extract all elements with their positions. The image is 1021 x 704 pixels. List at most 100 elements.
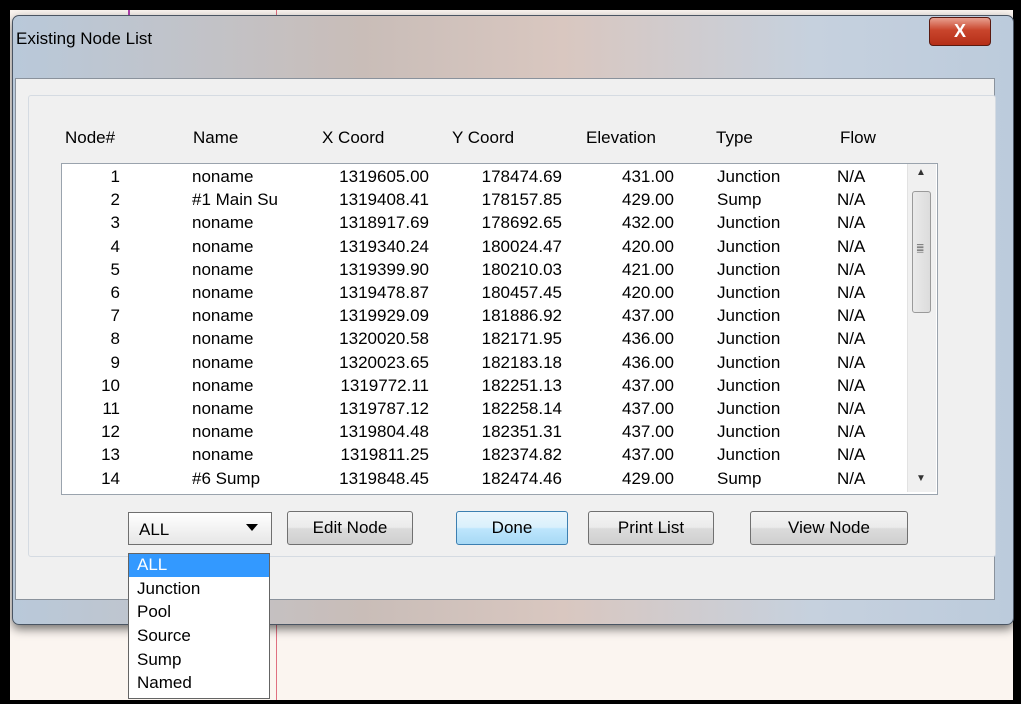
cell-node-name: noname (192, 445, 254, 465)
scroll-down-arrow-icon[interactable]: ▼ (916, 473, 926, 484)
table-row[interactable]: 7 noname 1319929.09 181886.92 437.00 Junction… (62, 306, 902, 329)
cell-type: Sump (717, 190, 762, 210)
vertical-scrollbar[interactable]: ▲ ═ ═ ═ ▼ (907, 164, 936, 492)
cell-x-coord: 1319848.45 (339, 468, 429, 488)
edit-node-button[interactable]: Edit Node (287, 511, 413, 545)
cell-flow: N/A (837, 375, 866, 395)
column-header-node: Node# (65, 128, 116, 147)
cell-flow: N/A (837, 167, 866, 186)
cell-elevation: 436.00 (622, 329, 674, 349)
cell-elevation: 420.00 (622, 236, 674, 256)
cell-x-coord: 1319929.09 (339, 306, 429, 326)
filter-option-source[interactable]: Source (129, 625, 269, 648)
cell-type: Junction (717, 306, 781, 326)
cell-elevation: 437.00 (622, 422, 674, 442)
cell-node-name: noname (192, 167, 254, 186)
cell-y-coord: 180210.03 (481, 259, 562, 279)
column-header-elevation: Elevation (586, 128, 656, 147)
cell-flow: N/A (837, 445, 866, 465)
table-row[interactable]: 9 noname 1320023.65 182183.18 436.00 Junction… (62, 353, 902, 376)
cell-type: Junction (717, 445, 781, 465)
column-header-type: Type (716, 128, 753, 147)
table-row[interactable]: 5 noname 1319399.90 180210.03 421.00 Junction… (62, 260, 902, 283)
cell-x-coord: 1319605.00 (339, 167, 429, 186)
cell-elevation: 436.00 (622, 352, 674, 372)
cell-node-number: 14 (101, 468, 120, 488)
cell-node-number: 7 (110, 306, 120, 326)
cell-flow: N/A (837, 468, 866, 488)
cell-elevation: 429.00 (622, 190, 674, 210)
cell-node-number: 4 (110, 236, 120, 256)
cell-x-coord: 1319804.48 (339, 422, 429, 442)
column-header-y-coord: Y Coord (452, 128, 515, 147)
cell-node-number: 5 (110, 259, 120, 279)
cell-node-name: noname (192, 329, 254, 349)
cell-y-coord: 182474.46 (481, 468, 562, 488)
cell-node-number: 13 (101, 445, 120, 465)
cell-flow: N/A (837, 306, 866, 326)
cell-y-coord: 182183.18 (481, 352, 562, 372)
cell-x-coord: 1319811.25 (340, 445, 429, 465)
filter-option-junction[interactable]: Junction (129, 578, 269, 601)
table-row[interactable]: 1 noname 1319605.00 178474.69 431.00 Junction… (62, 167, 902, 190)
cell-node-name: noname (192, 306, 254, 326)
cell-flow: N/A (837, 422, 866, 442)
column-header-name: Name (193, 128, 239, 147)
cell-y-coord: 180024.47 (481, 236, 562, 256)
cell-y-coord: 178474.69 (481, 167, 562, 186)
cell-node-number: 1 (110, 167, 120, 186)
table-row[interactable]: 14 #6 Sump 1319848.45 182474.46 429.00 Sump N/… (62, 469, 902, 492)
cell-type: Junction (717, 236, 781, 256)
close-button[interactable]: X (929, 17, 991, 46)
cell-elevation: 437.00 (622, 399, 674, 418)
cell-y-coord: 182171.95 (481, 329, 562, 349)
cell-node-number: 3 (110, 213, 120, 233)
filter-option-sump[interactable]: Sump (129, 649, 269, 672)
cell-flow: N/A (837, 213, 866, 233)
cell-node-name: noname (192, 213, 254, 233)
scrollbar-thumb[interactable]: ═ ═ ═ (912, 191, 931, 313)
filter-option-pool[interactable]: Pool (129, 601, 269, 624)
cell-x-coord: 1319408.41 (339, 190, 429, 210)
cell-node-number: 9 (110, 352, 120, 372)
print-list-button[interactable]: Print List (588, 511, 714, 545)
table-row[interactable]: 2 #1 Main Su 1319408.41 178157.85 429.00 Sump… (62, 190, 902, 213)
table-row[interactable]: 10 noname 1319772.11 182251.13 437.00 Junctio… (62, 376, 902, 399)
cell-type: Junction (717, 259, 781, 279)
cell-type: Sump (717, 468, 762, 488)
cell-flow: N/A (837, 329, 866, 349)
cell-node-number: 2 (110, 190, 120, 210)
cell-type: Junction (717, 329, 781, 349)
cell-node-name: noname (192, 259, 254, 279)
cell-elevation: 432.00 (622, 213, 674, 233)
view-node-button[interactable]: View Node (750, 511, 908, 545)
table-row[interactable]: 8 noname 1320020.58 182171.95 436.00 Junction… (62, 329, 902, 352)
node-list[interactable]: 1 noname 1319605.00 178474.69 431.00 Junction… (61, 163, 938, 495)
cell-type: Junction (717, 422, 781, 442)
cell-type: Junction (717, 399, 781, 418)
filter-option-named[interactable]: Named (129, 672, 269, 695)
cell-x-coord: 1319478.87 (339, 283, 429, 302)
grip-icon: ═ ═ ═ (917, 240, 924, 256)
cell-type: Junction (717, 375, 781, 395)
table-row[interactable]: 3 noname 1318917.69 178692.65 432.00 Junction… (62, 213, 902, 236)
cell-node-name: noname (192, 352, 254, 372)
table-row[interactable]: 6 noname 1319478.87 180457.45 420.00 Junction… (62, 283, 902, 306)
cell-x-coord: 1319399.90 (339, 259, 429, 279)
cell-elevation: 437.00 (622, 375, 674, 395)
table-row[interactable]: 4 noname 1319340.24 180024.47 420.00 Junction… (62, 237, 902, 260)
cell-y-coord: 178157.85 (481, 190, 562, 210)
cell-x-coord: 1319787.12 (339, 399, 429, 418)
table-row[interactable]: 12 noname 1319804.48 182351.31 437.00 Junctio… (62, 422, 902, 445)
done-button[interactable]: Done (456, 511, 568, 545)
scroll-up-arrow-icon[interactable]: ▲ (916, 167, 926, 178)
filter-option-all[interactable]: ALL (129, 554, 269, 577)
cell-elevation: 429.00 (622, 468, 674, 488)
table-row[interactable]: 13 noname 1319811.25 182374.82 437.00 Junctio… (62, 445, 902, 468)
node-type-filter-select[interactable]: ALL (128, 512, 272, 545)
cell-y-coord: 180457.45 (481, 283, 562, 302)
table-row[interactable]: 11 noname 1319787.12 182258.14 437.00 Junctio… (62, 399, 902, 422)
cell-x-coord: 1319772.11 (340, 375, 429, 395)
cell-type: Junction (717, 167, 781, 186)
cell-node-number: 12 (101, 422, 120, 442)
